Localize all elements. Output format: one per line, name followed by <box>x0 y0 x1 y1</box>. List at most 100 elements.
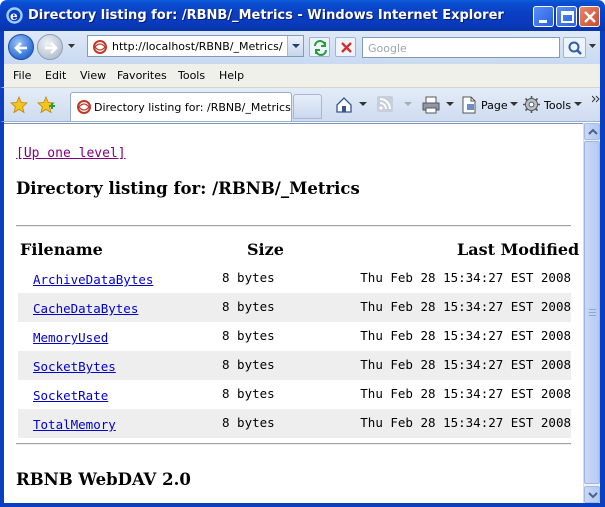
file-size: 8 bytes <box>222 270 275 285</box>
scroll-grip <box>589 309 596 310</box>
file-link[interactable]: ArchiveDataBytes <box>33 272 153 287</box>
menu-file[interactable]: File <box>13 69 31 82</box>
file-size: 8 bytes <box>222 299 275 314</box>
up-one-level-link[interactable]: [Up one level] <box>16 146 126 161</box>
maximize-icon <box>561 11 574 23</box>
divider-top <box>16 225 571 227</box>
refresh-button[interactable] <box>309 37 330 57</box>
tools-menu-button[interactable]: Tools <box>544 99 571 112</box>
column-header-filename: Filename <box>20 240 103 259</box>
forward-arrow-icon <box>45 42 58 54</box>
home-menu-chevron-icon[interactable] <box>359 102 367 107</box>
back-arrow-icon <box>14 42 27 54</box>
menu-help[interactable]: Help <box>219 69 244 82</box>
window-frame-right <box>600 31 605 507</box>
file-modified: Thu Feb 28 15:34:27 EST 2008 <box>360 386 571 401</box>
file-link[interactable]: MemoryUsed <box>33 330 108 345</box>
page-menu-chevron-icon[interactable] <box>510 102 518 107</box>
address-dropdown-button[interactable] <box>287 36 303 56</box>
window-frame-left <box>0 122 4 507</box>
tab-command-bar: Directory listing for: /RBNB/_Metrics Pa… <box>0 88 605 122</box>
table-row: CacheDataBytes 8 bytes Thu Feb 28 15:34:… <box>18 293 571 322</box>
back-button[interactable] <box>8 34 34 60</box>
page-icon <box>93 40 107 54</box>
file-modified: Thu Feb 28 15:34:27 EST 2008 <box>360 357 571 372</box>
window-title: Directory listing for: /RBNB/_Metrics - … <box>28 8 504 23</box>
search-placeholder: Google <box>368 42 407 55</box>
feeds-menu-chevron-icon[interactable] <box>404 102 412 107</box>
forward-button[interactable] <box>37 34 63 60</box>
chevron-up-icon <box>588 128 598 135</box>
stop-button[interactable] <box>335 37 356 57</box>
page-menu-button[interactable]: Page <box>481 99 508 112</box>
file-modified: Thu Feb 28 15:34:27 EST 2008 <box>360 270 571 285</box>
home-icon[interactable] <box>334 95 354 115</box>
close-icon <box>584 11 596 23</box>
table-row: MemoryUsed 8 bytes Thu Feb 28 15:34:27 E… <box>18 322 571 351</box>
file-size: 8 bytes <box>222 357 275 372</box>
tab-label: Directory listing for: /RBNB/_Metrics <box>94 101 291 114</box>
menu-favorites[interactable]: Favorites <box>117 69 167 82</box>
file-link[interactable]: CacheDataBytes <box>33 301 138 316</box>
minimize-button[interactable] <box>533 6 554 27</box>
maximize-button[interactable] <box>556 6 577 27</box>
stop-icon <box>341 42 352 53</box>
file-size: 8 bytes <box>222 328 275 343</box>
new-tab-button[interactable] <box>293 94 322 119</box>
file-modified: Thu Feb 28 15:34:27 EST 2008 <box>360 328 571 343</box>
file-modified: Thu Feb 28 15:34:27 EST 2008 <box>360 299 571 314</box>
address-url: http://localhost/RBNB/_Metrics/ <box>112 40 283 53</box>
scroll-up-button[interactable] <box>584 123 600 140</box>
scroll-grip <box>589 312 596 313</box>
favorites-star-icon[interactable] <box>10 96 28 114</box>
print-icon[interactable] <box>421 95 441 115</box>
page-content: [Up one level] Directory listing for: /R… <box>4 123 583 503</box>
chevron-down-icon <box>292 44 300 48</box>
search-options-chevron-icon[interactable] <box>588 43 597 49</box>
file-size: 8 bytes <box>222 386 275 401</box>
chevron-down-icon <box>588 492 598 499</box>
window-frame-bottom <box>0 503 605 507</box>
tab-current[interactable]: Directory listing for: /RBNB/_Metrics <box>70 92 292 121</box>
title-bar[interactable]: e Directory listing for: /RBNB/_Metrics … <box>0 0 605 31</box>
page-title: Directory listing for: /RBNB/_Metrics <box>16 179 360 198</box>
add-favorite-icon[interactable] <box>37 96 55 114</box>
vertical-scrollbar[interactable] <box>583 123 600 503</box>
file-size: 8 bytes <box>222 415 275 430</box>
table-row: SocketBytes 8 bytes Thu Feb 28 15:34:27 … <box>18 351 571 380</box>
page-footer: RBNB WebDAV 2.0 <box>16 470 191 489</box>
search-input[interactable]: Google <box>362 37 560 58</box>
page-icon <box>77 100 91 114</box>
toolbar-overflow-chevron-icon[interactable] <box>592 95 600 103</box>
page-menu-icon[interactable] <box>460 95 478 115</box>
menu-view[interactable]: View <box>80 69 106 82</box>
address-field[interactable]: http://localhost/RBNB/_Metrics/ <box>87 35 304 57</box>
refresh-icon <box>314 40 327 56</box>
file-link[interactable]: SocketBytes <box>33 359 116 374</box>
close-button[interactable] <box>579 6 600 27</box>
scroll-down-button[interactable] <box>584 486 600 503</box>
tools-gear-icon[interactable] <box>522 95 541 114</box>
file-link[interactable]: TotalMemory <box>33 417 116 432</box>
file-link[interactable]: SocketRate <box>33 388 108 403</box>
menu-edit[interactable]: Edit <box>45 69 66 82</box>
column-header-modified: Last Modified <box>457 240 580 259</box>
feeds-icon[interactable] <box>376 95 394 113</box>
address-toolbar: http://localhost/RBNB/_Metrics/ Google <box>0 31 605 64</box>
table-row: ArchiveDataBytes 8 bytes Thu Feb 28 15:3… <box>18 264 571 293</box>
print-menu-chevron-icon[interactable] <box>446 102 454 107</box>
divider-bottom <box>16 443 571 445</box>
table-row: SocketRate 8 bytes Thu Feb 28 15:34:27 E… <box>18 380 571 409</box>
chevron-down-icon[interactable] <box>67 43 76 49</box>
scroll-grip <box>589 315 596 316</box>
column-header-size: Size <box>247 240 284 259</box>
menu-tools[interactable]: Tools <box>178 69 205 82</box>
minimize-icon <box>539 20 547 23</box>
search-icon <box>568 41 582 55</box>
search-button[interactable] <box>563 37 586 58</box>
ie-logo-icon: e <box>6 7 23 24</box>
tools-menu-chevron-icon[interactable] <box>574 102 582 107</box>
menu-bar: File Edit View Favorites Tools Help <box>0 64 605 88</box>
svg-text:e: e <box>10 9 18 23</box>
scroll-thumb[interactable] <box>584 141 600 484</box>
